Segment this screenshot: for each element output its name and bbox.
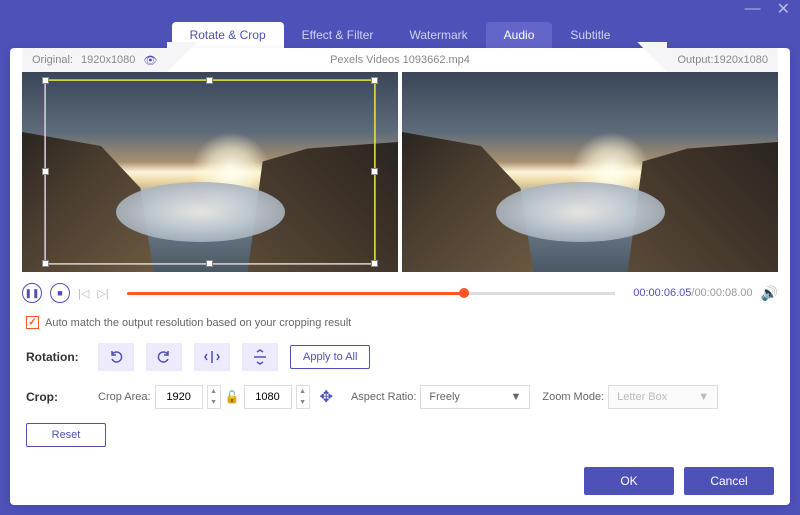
aspect-field: Aspect Ratio: Freely▼: [351, 385, 530, 409]
tab-watermark[interactable]: Watermark: [391, 22, 485, 48]
close-icon[interactable]: ✕: [777, 0, 790, 19]
minimize-icon[interactable]: —: [745, 0, 761, 18]
tab-effect-filter[interactable]: Effect & Filter: [284, 22, 392, 48]
footer: OK Cancel: [584, 467, 774, 495]
tabs: Rotate & Crop Effect & Filter Watermark …: [0, 18, 800, 48]
time-total: 00:00:08.00: [694, 287, 752, 299]
time-current: 00:00:06.05: [633, 287, 691, 299]
output-info: Output: 1920x1080: [667, 48, 778, 72]
crop-height-spinner[interactable]: ▲▼: [296, 385, 310, 409]
rotation-label: Rotation:: [26, 350, 86, 364]
aspect-label: Aspect Ratio:: [351, 391, 416, 403]
crop-area-field: Crop Area: ▲▼ 🔓 ▲▼ ✥: [98, 385, 339, 409]
chevron-down-icon: ▼: [698, 391, 709, 403]
crop-handle-bc[interactable]: [206, 260, 213, 267]
video-frame-out: [402, 72, 778, 272]
crop-height-input[interactable]: [244, 385, 292, 409]
ok-button[interactable]: OK: [584, 467, 674, 495]
preview-output: [402, 72, 778, 272]
crop-area-label: Crop Area:: [98, 391, 151, 403]
lock-aspect-icon[interactable]: 🔓: [225, 390, 240, 404]
cancel-button[interactable]: Cancel: [684, 467, 774, 495]
zoom-field: Zoom Mode: Letter Box▼: [542, 385, 718, 409]
rotate-right-button[interactable]: [146, 343, 182, 371]
apply-to-all-button[interactable]: Apply to All: [290, 345, 370, 369]
zoom-select[interactable]: Letter Box▼: [608, 385, 718, 409]
rotate-left-button[interactable]: [98, 343, 134, 371]
tab-subtitle[interactable]: Subtitle: [552, 22, 628, 48]
crop-row: Crop: Crop Area: ▲▼ 🔓 ▲▼ ✥ Aspect Ratio:…: [26, 385, 774, 409]
aspect-select[interactable]: Freely▼: [420, 385, 530, 409]
automatch-checkbox[interactable]: ✓: [26, 316, 39, 329]
crop-handle-br[interactable]: [371, 260, 378, 267]
preview-original[interactable]: [22, 72, 398, 272]
playback-controls: ❚❚ ■ |◁ ▷| 00:00:06.05/00:00:08.00 🔊: [10, 278, 790, 308]
output-label: Output:: [677, 54, 713, 66]
crop-handle-tl[interactable]: [42, 77, 49, 84]
reset-button[interactable]: Reset: [26, 423, 106, 447]
original-info: Original: 1920x1080 👁: [22, 48, 167, 72]
original-resolution: 1920x1080: [81, 54, 135, 66]
eye-icon[interactable]: 👁: [143, 54, 157, 67]
reset-row: Reset: [26, 423, 774, 447]
crop-label: Crop:: [26, 390, 86, 404]
info-bar: Original: 1920x1080 👁 Pexels Videos 1093…: [10, 48, 790, 72]
crop-box[interactable]: [45, 80, 376, 264]
chevron-down-icon: ▼: [510, 391, 521, 403]
prev-frame-button[interactable]: |◁: [78, 287, 89, 300]
output-resolution: 1920x1080: [714, 54, 768, 66]
crop-handle-bl[interactable]: [42, 260, 49, 267]
stop-button[interactable]: ■: [50, 283, 70, 303]
crop-handle-mr[interactable]: [371, 168, 378, 175]
volume-icon[interactable]: 🔊: [761, 285, 778, 302]
automatch-label: Auto match the output resolution based o…: [45, 317, 351, 329]
position-icon[interactable]: ✥: [320, 387, 333, 407]
crop-handle-tr[interactable]: [371, 77, 378, 84]
titlebar: — ✕: [0, 0, 800, 18]
main-panel: Original: 1920x1080 👁 Pexels Videos 1093…: [10, 48, 790, 505]
zoom-label: Zoom Mode:: [542, 391, 604, 403]
seek-slider[interactable]: [127, 292, 616, 295]
time-display: 00:00:06.05/00:00:08.00: [633, 287, 752, 299]
flip-vertical-button[interactable]: [242, 343, 278, 371]
crop-width-input[interactable]: [155, 385, 203, 409]
crop-handle-ml[interactable]: [42, 168, 49, 175]
tab-audio[interactable]: Audio: [486, 22, 553, 48]
rotation-row: Rotation: Apply to All: [26, 343, 774, 371]
crop-handle-tc[interactable]: [206, 77, 213, 84]
app-window: — ✕ Rotate & Crop Effect & Filter Waterm…: [0, 0, 800, 515]
preview-area: [10, 72, 790, 272]
crop-width-spinner[interactable]: ▲▼: [207, 385, 221, 409]
original-label: Original:: [32, 54, 73, 66]
automatch-row: ✓ Auto match the output resolution based…: [26, 316, 774, 329]
pause-button[interactable]: ❚❚: [22, 283, 42, 303]
next-frame-button[interactable]: ▷|: [97, 287, 108, 300]
settings-body: ✓ Auto match the output resolution based…: [10, 308, 790, 469]
flip-horizontal-button[interactable]: [194, 343, 230, 371]
